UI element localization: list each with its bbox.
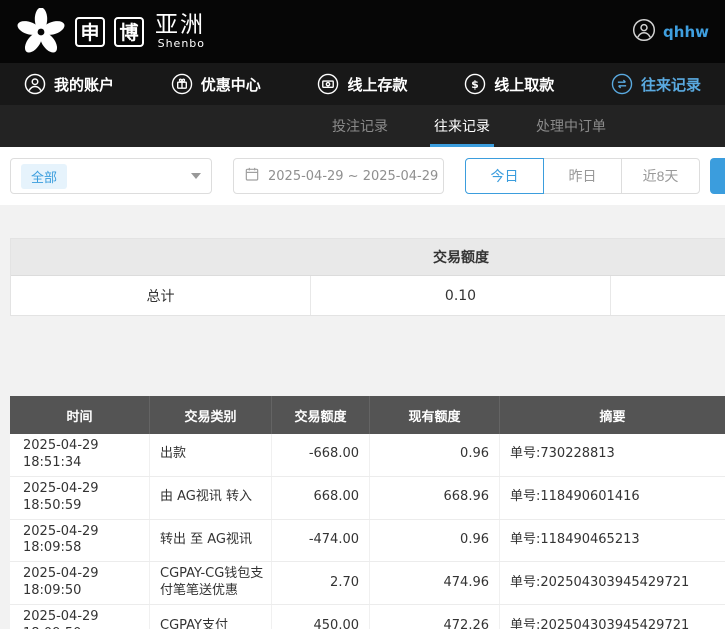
cell-time: 2025-04-29 18:09:50 [10,605,150,629]
cell-type: 转出 至 AG视讯 [150,520,272,562]
nav-item-label: 我的账户 [54,74,114,95]
cell-balance: 0.96 [370,520,500,562]
cell-type: CGPAY-CG钱包支付笔笔送优惠 [150,562,272,604]
cell-time: 2025-04-29 18:51:34 [10,434,150,476]
cell-amount: 450.00 [272,605,370,629]
cell-balance: 474.96 [370,562,500,604]
tab-betting-records[interactable]: 投注记录 [332,105,388,147]
tab-pending-orders[interactable]: 处理中订单 [536,105,606,147]
cell-memo: 单号:730228813 [500,434,725,476]
table-row: 2025-04-29 18:09:58 转出 至 AG视讯 -474.00 0.… [10,520,725,563]
nav-item-label: 优惠中心 [201,74,261,95]
summary-header-amount: 交易额度 [311,247,611,267]
brand-region: 亚洲 [155,13,205,37]
cell-type: 由 AG视讯 转入 [150,477,272,519]
nav-item-label: 往来记录 [641,74,701,95]
cell-memo: 单号:118490465213 [500,520,725,562]
cell-type: 出款 [150,434,272,476]
summary-header-row: 交易额度 [11,239,725,276]
calendar-icon [244,166,260,186]
chevron-down-icon [191,173,201,179]
nav-item-deposit[interactable]: 线上存款 [317,73,407,95]
summary-table: 交易额度 总计 0.10 [10,238,725,316]
cell-balance: 0.96 [370,434,500,476]
plum-blossom-logo-icon [16,7,66,57]
col-header-type: 交易类别 [150,396,272,434]
nav-item-label: 线上存款 [347,74,407,95]
user-account-area[interactable]: qhhw [632,18,709,46]
brand-char-bo: 博 [114,17,144,47]
table-row: 2025-04-29 18:51:34 出款 -668.00 0.96 单号:7… [10,434,725,477]
promo-icon [171,73,193,95]
transaction-type-select[interactable]: 全部 [10,158,212,194]
cell-type: CGPAY支付 [150,605,272,629]
table-row: 2025-04-29 18:09:50 CGPAY-CG钱包支付笔笔送优惠 2.… [10,562,725,605]
col-header-memo: 摘要 [500,396,725,434]
top-header: 申 博 亚洲 Shenbo qhhw [0,0,725,63]
brand-char-shen: 申 [75,17,105,47]
cell-time: 2025-04-29 18:50:59 [10,477,150,519]
withdraw-icon: $ [464,73,486,95]
cell-memo: 单号:118490601416 [500,477,725,519]
date-range-value: 2025-04-29 ~ 2025-04-29 [268,169,438,184]
svg-text:$: $ [471,78,479,91]
nav-item-withdraw[interactable]: $ 线上取款 [464,73,554,95]
summary-total-empty [611,276,725,315]
cell-memo: 单号:202504303945429721 [500,605,725,629]
summary-total-row: 总计 0.10 [11,276,725,315]
date-range-input[interactable]: 2025-04-29 ~ 2025-04-29 [233,158,444,194]
quick-date-buttons: 今日 昨日 近8天 [465,158,700,194]
col-header-time: 时间 [10,396,150,434]
cell-balance: 668.96 [370,477,500,519]
deposit-icon [317,73,339,95]
subnav-tabs: 投注记录 往来记录 处理中订单 [332,105,606,147]
filter-bar: 全部 2025-04-29 ~ 2025-04-29 今日 昨日 近8天 [0,147,725,205]
col-header-balance: 现有额度 [370,396,500,434]
nav-item-my-account[interactable]: 我的账户 [24,73,114,95]
cell-time: 2025-04-29 18:09:58 [10,520,150,562]
table-row: 2025-04-29 18:09:50 CGPAY支付 450.00 472.2… [10,605,725,629]
last-8-days-button[interactable]: 近8天 [621,158,700,194]
cell-amount: -668.00 [272,434,370,476]
cell-balance: 472.26 [370,605,500,629]
col-header-amount: 交易额度 [272,396,370,434]
cell-amount: -474.00 [272,520,370,562]
records-subnav: 投注记录 往来记录 处理中订单 [0,105,725,147]
cell-memo: 单号:202504303945429721 [500,562,725,604]
summary-total-value: 0.10 [311,276,611,315]
brand-region-block: 亚洲 Shenbo [155,13,205,50]
tab-transaction-records[interactable]: 往来记录 [434,105,490,147]
selected-type-chip: 全部 [21,164,67,189]
cell-amount: 2.70 [272,562,370,604]
brand-subtitle: Shenbo [158,37,205,50]
cell-time: 2025-04-29 18:09:50 [10,562,150,604]
main-navigation: 我的账户 优惠中心 线上存款 $ 线 [0,63,725,105]
records-icon [611,73,633,95]
nav-item-label: 线上取款 [494,74,554,95]
table-row: 2025-04-29 18:50:59 由 AG视讯 转入 668.00 668… [10,477,725,520]
cell-amount: 668.00 [272,477,370,519]
today-button[interactable]: 今日 [465,158,544,194]
summary-total-label: 总计 [11,276,311,315]
brand: 申 博 亚洲 Shenbo [16,7,205,57]
search-button[interactable] [710,158,725,194]
username-text: qhhw [663,23,709,41]
account-icon [24,73,46,95]
nav-item-promotions[interactable]: 优惠中心 [171,73,261,95]
table-header-row: 时间 交易类别 交易额度 现有额度 摘要 [10,396,725,434]
yesterday-button[interactable]: 昨日 [543,158,622,194]
transactions-table: 时间 交易类别 交易额度 现有额度 摘要 2025-04-29 18:51:34… [10,396,725,629]
user-avatar-icon [632,18,656,46]
nav-item-records[interactable]: 往来记录 [611,73,701,95]
